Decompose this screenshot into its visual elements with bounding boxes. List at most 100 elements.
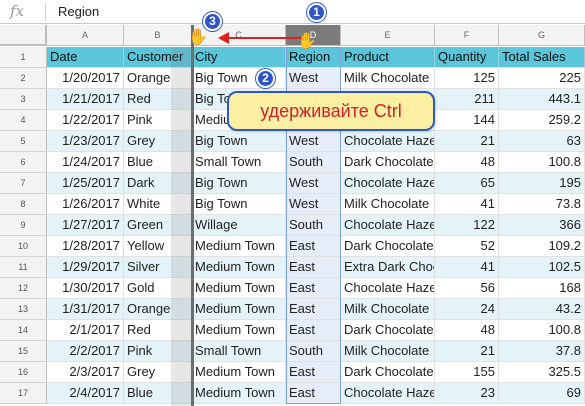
row-header[interactable]: 14 — [0, 320, 47, 341]
table-cell[interactable]: 1/20/2017 — [47, 68, 124, 89]
table-cell[interactable]: Small Town — [192, 152, 286, 173]
table-cell[interactable]: Orange — [124, 68, 192, 89]
table-cell[interactable]: Milk Chocolate — [341, 341, 435, 362]
row-header[interactable]: 10 — [0, 236, 47, 257]
table-cell[interactable]: Medium Town — [192, 362, 286, 383]
table-cell[interactable]: 48 — [435, 320, 499, 341]
table-cell[interactable]: 41 — [435, 194, 499, 215]
table-cell[interactable]: 52 — [435, 236, 499, 257]
table-cell[interactable]: 259.2 — [499, 110, 585, 131]
table-cell[interactable]: Big Town — [192, 194, 286, 215]
table-cell[interactable]: Chocolate Hazelnut — [341, 215, 435, 236]
table-cell[interactable]: Willage — [192, 215, 286, 236]
column-header-g[interactable]: G — [499, 25, 585, 46]
row-header[interactable]: 6 — [0, 152, 47, 173]
column-header-a[interactable]: A — [47, 25, 124, 46]
table-cell[interactable]: West — [286, 194, 341, 215]
table-cell[interactable]: West — [286, 131, 341, 152]
table-cell[interactable]: Dark Chocolate — [341, 320, 435, 341]
table-cell[interactable]: South — [286, 215, 341, 236]
table-cell[interactable]: Milk Chocolate — [341, 299, 435, 320]
table-cell[interactable]: 109.2 — [499, 236, 585, 257]
table-cell[interactable]: East — [286, 257, 341, 278]
table-cell[interactable]: Green — [124, 215, 192, 236]
table-cell[interactable]: 48 — [435, 152, 499, 173]
table-cell[interactable]: Big Town — [192, 131, 286, 152]
table-cell[interactable]: Red — [124, 320, 192, 341]
table-cell[interactable]: 1/26/2017 — [47, 194, 124, 215]
column-header-b[interactable]: B — [124, 25, 192, 46]
table-cell[interactable]: Red — [124, 89, 192, 110]
table-cell[interactable]: South — [286, 152, 341, 173]
row-header[interactable]: 7 — [0, 173, 47, 194]
row-header[interactable]: 1 — [0, 47, 47, 68]
table-cell[interactable]: 443.1 — [499, 89, 585, 110]
table-cell[interactable]: Silver — [124, 257, 192, 278]
table-cell[interactable]: East — [286, 383, 341, 404]
select-all-corner[interactable] — [0, 25, 47, 46]
row-header[interactable]: 3 — [0, 89, 47, 110]
table-cell[interactable]: Small Town — [192, 341, 286, 362]
table-cell[interactable]: Chocolate Hazelnut — [341, 131, 435, 152]
table-cell[interactable]: 1/24/2017 — [47, 152, 124, 173]
table-cell[interactable]: 65 — [435, 173, 499, 194]
table-cell[interactable]: 56 — [435, 278, 499, 299]
table-cell[interactable]: West — [286, 173, 341, 194]
table-cell[interactable]: 195 — [499, 173, 585, 194]
row-header[interactable]: 16 — [0, 362, 47, 383]
table-cell[interactable]: East — [286, 236, 341, 257]
table-cell[interactable]: Medium Town — [192, 383, 286, 404]
table-cell[interactable]: 366 — [499, 215, 585, 236]
table-cell[interactable]: 2/4/2017 — [47, 383, 124, 404]
table-cell[interactable]: 63 — [499, 131, 585, 152]
table-cell[interactable]: East — [286, 320, 341, 341]
table-cell[interactable]: 41 — [435, 257, 499, 278]
table-cell[interactable]: Dark — [124, 173, 192, 194]
formula-input[interactable]: Region — [58, 4, 99, 19]
table-header-cell[interactable]: Product — [341, 47, 435, 68]
table-cell[interactable]: 1/22/2017 — [47, 110, 124, 131]
table-cell[interactable]: Dark Chocolate — [341, 152, 435, 173]
row-header[interactable]: 11 — [0, 257, 47, 278]
table-cell[interactable]: 144 — [435, 110, 499, 131]
row-header[interactable]: 17 — [0, 383, 47, 404]
table-cell[interactable]: Gold — [124, 278, 192, 299]
table-cell[interactable]: White — [124, 194, 192, 215]
row-header[interactable]: 2 — [0, 68, 47, 89]
table-cell[interactable]: Medium Town — [192, 299, 286, 320]
table-cell[interactable]: Blue — [124, 383, 192, 404]
table-cell[interactable]: Grey — [124, 362, 192, 383]
table-cell[interactable]: Chocolate Hazelnut — [341, 173, 435, 194]
table-cell[interactable]: Milk Chocolate — [341, 68, 435, 89]
table-cell[interactable]: 21 — [435, 131, 499, 152]
table-cell[interactable]: Medium Town — [192, 236, 286, 257]
row-header[interactable]: 5 — [0, 131, 47, 152]
table-cell[interactable]: 168 — [499, 278, 585, 299]
table-cell[interactable]: 211 — [435, 89, 499, 110]
row-header[interactable]: 12 — [0, 278, 47, 299]
table-cell[interactable]: East — [286, 362, 341, 383]
table-cell[interactable]: 100.8 — [499, 320, 585, 341]
table-cell[interactable]: 225 — [499, 68, 585, 89]
table-cell[interactable]: 325.5 — [499, 362, 585, 383]
table-cell[interactable]: 2/2/2017 — [47, 341, 124, 362]
table-cell[interactable]: Extra Dark Chocolate — [341, 257, 435, 278]
table-cell[interactable]: Pink — [124, 110, 192, 131]
table-cell[interactable]: 23 — [435, 383, 499, 404]
table-cell[interactable]: Blue — [124, 152, 192, 173]
column-header-e[interactable]: E — [341, 25, 435, 46]
table-cell[interactable]: 21 — [435, 341, 499, 362]
table-header-cell[interactable]: Quantity — [435, 47, 499, 68]
table-cell[interactable]: Pink — [124, 341, 192, 362]
table-cell[interactable]: Medium Town — [192, 278, 286, 299]
table-cell[interactable]: 1/31/2017 — [47, 299, 124, 320]
row-header[interactable]: 8 — [0, 194, 47, 215]
table-cell[interactable]: 37.8 — [499, 341, 585, 362]
table-cell[interactable]: 155 — [435, 362, 499, 383]
table-cell[interactable]: 2/1/2017 — [47, 320, 124, 341]
row-header[interactable]: 4 — [0, 110, 47, 131]
table-cell[interactable]: Orange — [124, 299, 192, 320]
table-header-cell[interactable]: Date — [47, 47, 124, 68]
table-header-cell[interactable]: City — [192, 47, 286, 68]
table-cell[interactable]: South — [286, 341, 341, 362]
